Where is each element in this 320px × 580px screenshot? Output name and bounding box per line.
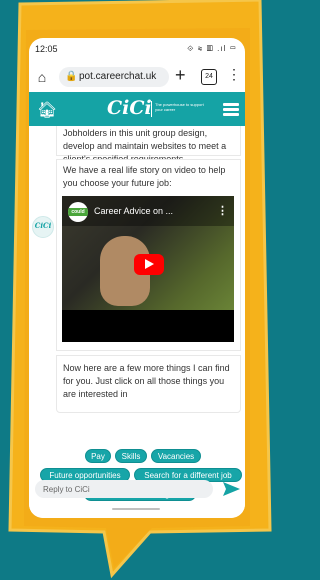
url-text: pot.careerchat.uk xyxy=(79,71,157,82)
channel-logo[interactable]: could xyxy=(68,202,88,222)
chat-message-video: We have a real life story on video to he… xyxy=(56,159,241,351)
video-title[interactable]: Career Advice on ... xyxy=(94,206,173,216)
app-header: 🏠︎ CiCi The powerhouse to support your c… xyxy=(29,92,245,126)
status-bar: 12:05 ⟐ ≋ ▥ .ıl ▭ xyxy=(29,38,245,62)
bot-avatar-label: CiCi xyxy=(34,221,52,230)
channel-name: could xyxy=(68,208,88,216)
quick-reply-pay[interactable]: Pay xyxy=(85,449,111,463)
home-indicator[interactable] xyxy=(112,508,160,510)
browser-toolbar: ⌂ 🔒 pot.careerchat.uk + 24 ⋮ xyxy=(29,62,245,92)
send-icon[interactable] xyxy=(221,479,241,499)
hamburger-menu-icon[interactable] xyxy=(223,103,239,116)
status-icons: ⟐ ≋ ▥ .ıl ▭ xyxy=(187,44,237,53)
chat-transcript[interactable]: Jobholders in this unit group design, de… xyxy=(29,126,245,442)
chat-message: Jobholders in this unit group design, de… xyxy=(56,126,241,164)
bot-avatar: CiCi xyxy=(32,216,54,238)
new-tab-icon[interactable]: + xyxy=(175,65,186,85)
lock-icon: 🔒 xyxy=(65,71,78,82)
tab-count-button[interactable]: 24 xyxy=(201,69,217,85)
cici-logo: CiCi xyxy=(107,97,152,119)
reply-box xyxy=(35,480,213,498)
video-player[interactable]: could Career Advice on ... ⋮ xyxy=(62,196,234,342)
quick-reply-skills[interactable]: Skills xyxy=(115,449,147,463)
chat-message: Now here are a few more things I can fin… xyxy=(56,355,241,413)
video-letterbox xyxy=(62,310,234,342)
status-time: 12:05 xyxy=(35,44,58,54)
logo-divider xyxy=(151,101,152,117)
play-button-icon[interactable] xyxy=(134,254,164,275)
phone-screen: 12:05 ⟐ ≋ ▥ .ıl ▭ ⌂ 🔒 pot.careerchat.uk … xyxy=(29,38,245,518)
quick-reply-vacancies[interactable]: Vacancies xyxy=(151,449,201,463)
address-bar[interactable]: 🔒 pot.careerchat.uk xyxy=(59,67,169,87)
reply-input[interactable] xyxy=(43,482,203,496)
video-more-icon[interactable]: ⋮ xyxy=(217,204,228,217)
home-icon[interactable]: ⌂ xyxy=(33,68,51,86)
logo-tagline: The powerhouse to support your career xyxy=(155,102,204,112)
followup-text: Now here are a few more things I can fin… xyxy=(63,363,230,399)
more-menu-icon[interactable]: ⋮ xyxy=(227,66,241,83)
video-intro-text: We have a real life story on video to he… xyxy=(63,165,226,188)
house-icon[interactable]: 🏠︎ xyxy=(37,100,57,120)
